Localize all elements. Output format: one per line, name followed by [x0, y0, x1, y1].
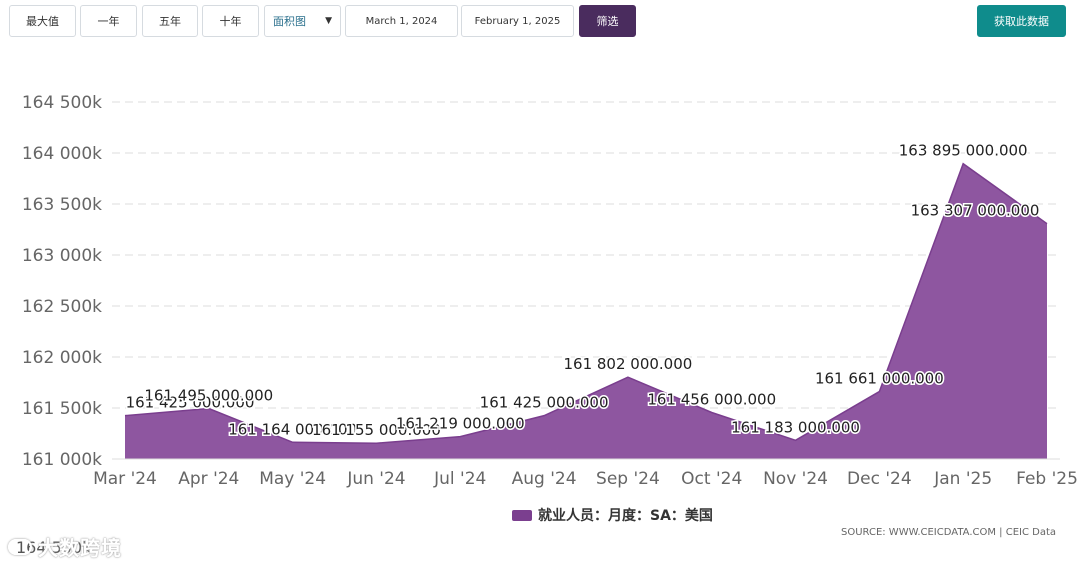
- watermark: 大数跨境: [8, 532, 122, 561]
- y-tick-label: 161 500k: [22, 399, 102, 419]
- fetch-data-button[interactable]: 获取此数据: [977, 5, 1066, 37]
- watermark-text: 大数跨境: [38, 536, 122, 560]
- start-date-input[interactable]: March 1, 2024: [345, 5, 458, 37]
- watermark-logo-icon: [8, 538, 32, 555]
- y-tick-label: 162 500k: [22, 297, 102, 317]
- data-label: 163 895 000.000: [899, 142, 1028, 160]
- legend[interactable]: 就业人员：月度：SA：美国: [512, 505, 713, 525]
- x-tick-label: Jul '24: [433, 469, 486, 489]
- x-tick-label: Apr '24: [178, 469, 239, 489]
- x-tick-label: Aug '24: [512, 469, 577, 489]
- filter-button[interactable]: 筛选: [579, 5, 636, 37]
- chevron-down-icon: ▼: [325, 16, 332, 26]
- y-tick-label: 163 500k: [22, 195, 102, 215]
- data-label: 161 661 000.000: [815, 370, 944, 388]
- data-label: 161 183 000.000: [731, 418, 860, 436]
- y-tick-label: 163 000k: [22, 246, 102, 266]
- data-label: 161 219 000.000: [396, 415, 525, 433]
- chart-type-select[interactable]: 面积图 ▼: [264, 5, 341, 37]
- y-tick-label: 164 000k: [22, 144, 102, 164]
- legend-swatch: [512, 509, 532, 521]
- data-label: 161 425 000.000: [480, 394, 609, 412]
- source-credit: SOURCE: WWW.CEICDATA.COM | CEIC Data: [840, 527, 1056, 538]
- data-label: 161 495 000.000: [144, 387, 273, 405]
- x-tick-label: Nov '24: [763, 469, 828, 489]
- chart-type-value: 面积图: [273, 15, 306, 28]
- x-tick-label: May '24: [259, 469, 326, 489]
- x-tick-label: Jan '25: [933, 469, 992, 489]
- range-5y-button[interactable]: 五年: [142, 5, 198, 37]
- area-chart: 161 000k 161 500k 162 000k 162 500k 163 000k…: [22, 93, 1078, 489]
- x-tick-label: Mar '24: [93, 469, 157, 489]
- y-tick-label: 164 500k: [22, 93, 102, 113]
- x-tick-label: Oct '24: [681, 469, 742, 489]
- range-max-button[interactable]: 最大值: [9, 5, 76, 37]
- y-tick-label: 162 000k: [22, 348, 102, 368]
- data-label: 161 456 000.000: [647, 390, 776, 408]
- legend-label: 就业人员：月度：SA：美国: [538, 508, 713, 524]
- x-tick-label: Jun '24: [346, 469, 405, 489]
- end-date-input[interactable]: February 1, 2025: [461, 5, 574, 37]
- toolbar: 最大值 一年 五年 十年 面积图 ▼ March 1, 2024 Februar…: [0, 0, 1080, 44]
- x-tick-label: Sep '24: [596, 469, 660, 489]
- x-tick-label: Dec '24: [847, 469, 912, 489]
- y-tick-label: 161 000k: [22, 450, 102, 470]
- data-label: 163 307 000.000: [911, 202, 1040, 220]
- range-1y-button[interactable]: 一年: [80, 5, 137, 37]
- data-label: 161 802 000.000: [563, 355, 692, 373]
- x-tick-label: Feb '25: [1016, 469, 1078, 489]
- range-10y-button[interactable]: 十年: [202, 5, 259, 37]
